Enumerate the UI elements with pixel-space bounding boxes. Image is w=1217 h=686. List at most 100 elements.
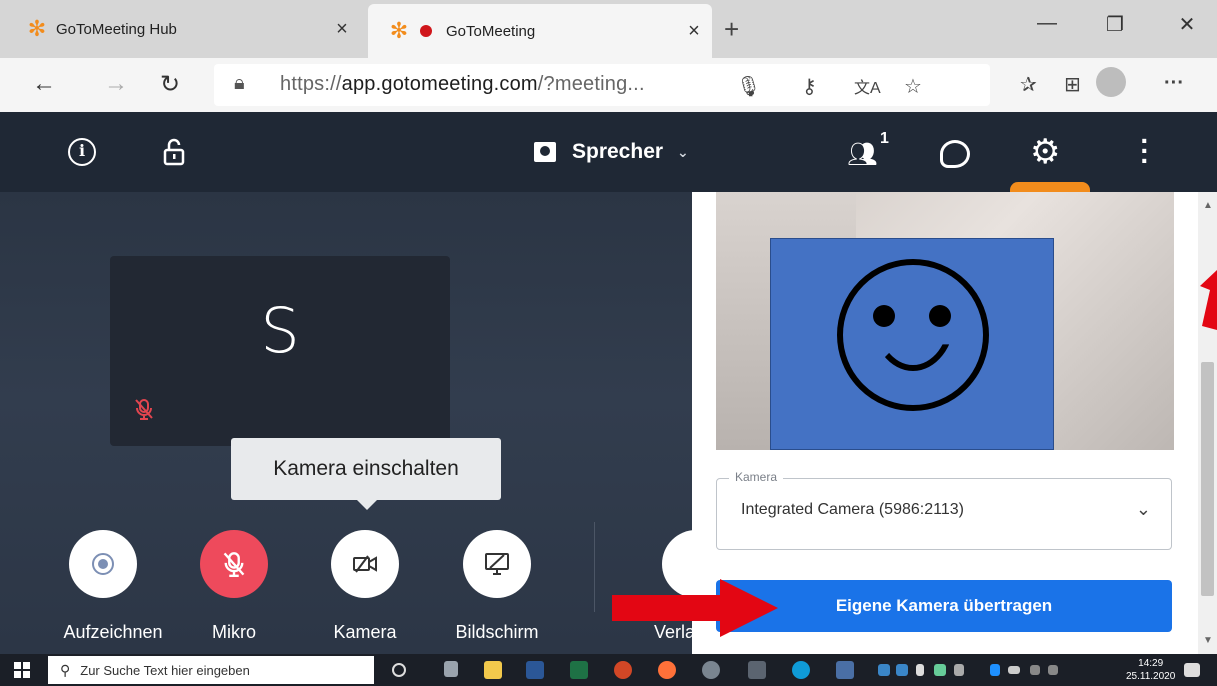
forward-icon[interactable]: → xyxy=(104,70,128,98)
tray-icon[interactable] xyxy=(896,664,908,676)
favorite-star-icon[interactable]: ☆ xyxy=(904,74,922,99)
camera-select-value: Integrated Camera (5986:2113) xyxy=(741,501,964,518)
system-clock[interactable]: 14:29 25.11.2020 xyxy=(1126,657,1175,683)
app-icon[interactable] xyxy=(836,661,854,679)
meeting-stage: S Kamera einschalten Aufzeichnen Mikro K… xyxy=(0,192,692,654)
app-icon[interactable] xyxy=(702,661,720,679)
tab-gotomeeting-hub[interactable]: ✻ GoToMeeting Hub × xyxy=(18,8,360,50)
windows-taskbar: ⚲ Zur Suche Text hier eingeben 14:29 25.… xyxy=(0,654,1217,686)
tray-icon[interactable] xyxy=(934,664,946,676)
calculator-icon[interactable] xyxy=(748,661,766,679)
screen-share-button[interactable] xyxy=(463,530,531,598)
view-selector[interactable]: Sprecher ⌄ xyxy=(534,140,689,164)
attendees-icon[interactable]: 👥︎ xyxy=(847,140,877,169)
browser-tabstrip: ✻ GoToMeeting Hub × ✻ GoToMeeting × + — … xyxy=(0,0,1217,58)
tray-icon[interactable] xyxy=(878,664,890,676)
browser-toolbar: ← → ↻ 🔒︎ https://app.gotomeeting.com/?me… xyxy=(0,58,1217,112)
tab-title: GoToMeeting Hub xyxy=(56,20,177,38)
settings-gear-icon[interactable]: ⚙ xyxy=(1030,132,1060,172)
scroll-thumb[interactable] xyxy=(1201,362,1214,596)
search-icon: ⚲ xyxy=(60,661,71,678)
network-icon[interactable] xyxy=(1030,665,1040,675)
mic-muted-icon xyxy=(135,399,153,420)
lock-icon: 🔒︎ xyxy=(234,72,245,94)
panel-scrollbar[interactable]: ▲ ▼ xyxy=(1198,192,1217,654)
share-camera-button[interactable]: Eigene Kamera übertragen xyxy=(716,580,1172,632)
camera-tooltip: Kamera einschalten xyxy=(231,438,501,510)
tab-title: GoToMeeting xyxy=(446,22,536,40)
task-view-icon[interactable] xyxy=(444,661,458,677)
tray-icon[interactable] xyxy=(954,664,964,676)
minimize-icon[interactable]: — xyxy=(1022,12,1072,35)
screen-share-off-icon xyxy=(485,553,509,575)
search-placeholder: Zur Suche Text hier eingeben xyxy=(80,662,250,678)
translate-icon[interactable]: 文A xyxy=(854,74,881,98)
more-options-icon[interactable]: · · · xyxy=(1140,127,1150,175)
tab-gotomeeting[interactable]: ✻ GoToMeeting × xyxy=(368,4,712,58)
excel-icon[interactable] xyxy=(570,661,588,679)
camera-label: Kamera xyxy=(333,622,397,642)
battery-icon[interactable] xyxy=(1008,666,1020,674)
settings-active-indicator xyxy=(1010,182,1090,192)
camera-button[interactable] xyxy=(331,530,399,598)
camera-off-icon xyxy=(353,555,377,573)
collections-icon[interactable]: ⊞ xyxy=(1064,72,1081,97)
record-button[interactable] xyxy=(69,530,137,598)
camera-select[interactable]: Kamera Integrated Camera (5986:2113) ⌄ xyxy=(716,470,1172,550)
view-label: Sprecher xyxy=(572,140,664,163)
tray-icon[interactable] xyxy=(916,664,924,676)
chat-icon[interactable] xyxy=(940,140,970,168)
key-icon[interactable]: ⚷ xyxy=(802,74,817,99)
attendee-count: 1 xyxy=(880,130,889,147)
meeting-header: i Sprecher ⌄ 👥︎ 1 ⚙ · · · xyxy=(0,112,1217,192)
participant-tile[interactable]: S xyxy=(110,256,450,446)
file-explorer-icon[interactable] xyxy=(484,661,502,679)
annotation-arrow-icon xyxy=(612,579,778,637)
recording-indicator-icon xyxy=(420,25,432,37)
volume-icon[interactable] xyxy=(1048,665,1058,675)
back-icon[interactable]: ← xyxy=(32,70,56,98)
cortana-icon[interactable] xyxy=(392,663,406,677)
info-icon[interactable]: i xyxy=(68,138,96,166)
control-divider xyxy=(594,522,595,612)
notifications-icon[interactable] xyxy=(1184,663,1200,677)
more-icon[interactable]: ··· xyxy=(1164,72,1184,95)
profile-avatar-icon[interactable] xyxy=(1096,67,1126,97)
participant-initial: S xyxy=(260,294,300,367)
camera-preview xyxy=(716,192,1174,450)
chevron-down-icon: ⌄ xyxy=(677,143,689,160)
edge-icon[interactable] xyxy=(792,661,810,679)
favorites-icon[interactable]: ✰ xyxy=(1020,72,1037,97)
refresh-icon[interactable]: ↻ xyxy=(160,70,180,99)
record-icon xyxy=(92,553,114,575)
chevron-down-icon: ⌄ xyxy=(1135,499,1151,519)
firefox-icon[interactable] xyxy=(658,661,676,679)
clock-date: 25.11.2020 xyxy=(1126,671,1176,682)
microphone-label: Mikro xyxy=(212,622,256,642)
gotomeeting-logo-icon: ✻ xyxy=(389,18,409,43)
new-tab-icon[interactable]: + xyxy=(724,14,739,45)
address-bar[interactable]: 🔒︎ https://app.gotomeeting.com/?meeting.… xyxy=(214,64,990,106)
url-text: https://app.gotomeeting.com/?meeting... xyxy=(280,73,645,95)
smiley-face-icon xyxy=(837,259,989,411)
windows-start-icon[interactable] xyxy=(14,662,30,678)
microphone-button[interactable] xyxy=(200,530,268,598)
record-label: Aufzeichnen xyxy=(63,622,163,642)
taskbar-search[interactable]: ⚲ Zur Suche Text hier eingeben xyxy=(48,656,374,684)
clock-time: 14:29 xyxy=(1138,658,1164,669)
window-close-icon[interactable]: ✕ xyxy=(1162,12,1212,37)
scroll-down-icon[interactable]: ▼ xyxy=(1203,635,1213,646)
camera-select-label: Kamera xyxy=(729,470,784,484)
bluetooth-icon[interactable] xyxy=(990,664,1000,676)
tab-close-icon[interactable]: × xyxy=(676,20,712,43)
annotation-arrow-icon xyxy=(1200,270,1217,330)
unlock-icon[interactable] xyxy=(163,138,185,166)
screen-label: Bildschirm xyxy=(455,622,539,642)
powerpoint-icon[interactable] xyxy=(614,661,632,679)
speaker-view-icon xyxy=(534,142,556,162)
word-icon[interactable] xyxy=(526,661,544,679)
tab-close-icon[interactable]: × xyxy=(324,18,360,41)
restore-icon[interactable]: ❐ xyxy=(1090,12,1140,37)
scroll-up-icon[interactable]: ▲ xyxy=(1203,200,1213,211)
microphone-permission-icon[interactable]: 🎙︎ xyxy=(736,74,761,99)
